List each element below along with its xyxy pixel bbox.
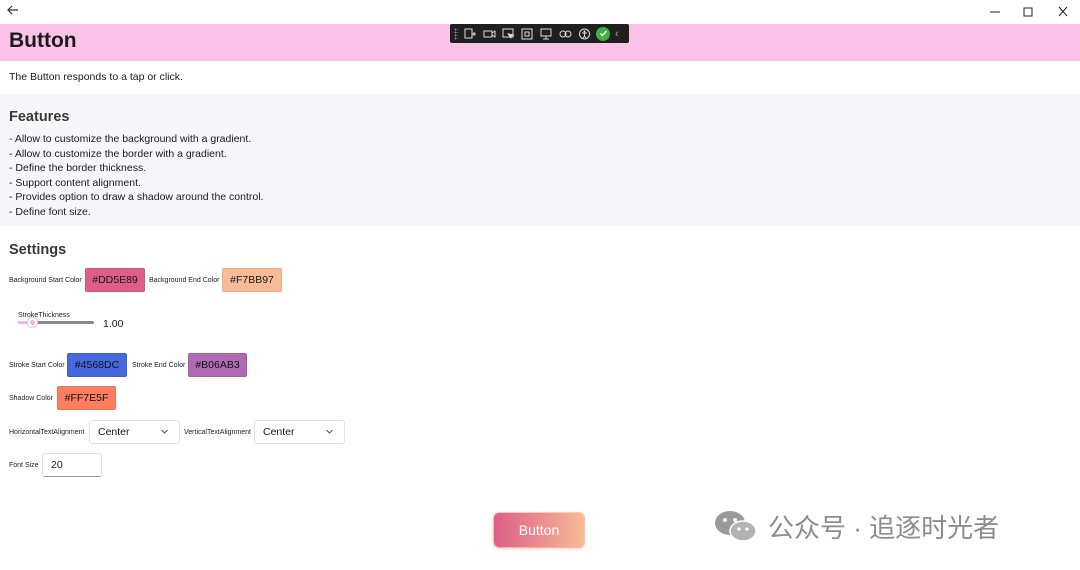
font-size-input[interactable]: 20 [42, 453, 102, 477]
collapse-chevron-icon[interactable]: ‹ [615, 28, 619, 40]
feature-item: - Allow to customize the border with a g… [9, 147, 227, 160]
title-bar [0, 0, 1080, 24]
stroke-end-color-button[interactable]: #B06AB3 [188, 353, 247, 377]
bg-start-label: Background Start Color [9, 277, 82, 284]
stroke-thickness-thumb[interactable] [27, 317, 38, 328]
display-layout-icon[interactable] [519, 26, 535, 41]
feature-item: - Define font size. [9, 205, 91, 218]
track-focus-icon[interactable] [538, 26, 554, 41]
h-align-dropdown[interactable]: Center [89, 420, 180, 444]
chevron-down-icon [325, 427, 334, 439]
back-arrow-icon[interactable] [6, 3, 22, 19]
features-section: Features - Allow to customize the backgr… [0, 94, 1080, 226]
binding-failures-icon[interactable] [557, 26, 573, 41]
wechat-logo-icon [715, 511, 757, 542]
demo-gradient-button[interactable]: Button [494, 513, 584, 547]
grip-icon[interactable] [454, 27, 458, 40]
stroke-start-color-button[interactable]: #4568DC [67, 353, 127, 377]
watermark: 公众号 · 追逐时光者 [712, 508, 999, 544]
features-list: - Allow to customize the background with… [9, 132, 263, 219]
live-visual-tree-icon[interactable] [462, 26, 478, 41]
stroke-start-label: Stroke Start Color [9, 362, 65, 369]
stroke-thickness-value: 1.00 [103, 318, 124, 330]
stroke-thickness-label: StrokeThickness [18, 312, 70, 319]
bg-start-color-button[interactable]: #DD5E89 [85, 268, 145, 292]
settings-title: Settings [9, 242, 67, 258]
shadow-color-label: Shadow Color [9, 395, 53, 402]
features-title: Features [9, 109, 70, 125]
feature-item: - Allow to customize the background with… [9, 133, 252, 145]
chevron-down-icon [160, 427, 169, 439]
v-align-selected: Center [263, 426, 295, 438]
page-title: Button [9, 29, 77, 52]
record-icon[interactable] [481, 26, 497, 41]
bg-end-color-button[interactable]: #F7BB97 [222, 268, 282, 292]
hot-reload-ok-icon[interactable] [596, 26, 610, 41]
accessibility-icon[interactable] [576, 26, 592, 41]
minimize-icon[interactable] [985, 3, 1005, 21]
shadow-color-button[interactable]: #FF7E5F [57, 386, 116, 410]
feature-item: - Define the border thickness. [9, 162, 147, 174]
feature-item: - Support content alignment. [9, 176, 141, 189]
close-icon[interactable] [1053, 3, 1073, 21]
maximize-icon[interactable] [1018, 3, 1038, 21]
stroke-end-label: Stroke End Color [132, 362, 186, 369]
h-align-label: HorizontalTextAlignment [9, 429, 85, 436]
select-element-icon[interactable] [500, 26, 516, 41]
watermark-text: 公众号 · 追逐时光者 [768, 512, 1000, 543]
bg-end-label: Background End Color [149, 277, 220, 284]
v-align-label: VerticalTextAlignment [184, 429, 251, 436]
font-size-label: Font Size [9, 462, 39, 469]
h-align-selected: Center [98, 426, 130, 438]
page-description: The Button responds to a tap or click. [9, 71, 183, 83]
v-align-dropdown[interactable]: Center [254, 420, 345, 444]
xaml-debug-toolbar: ‹ [450, 24, 629, 43]
feature-item: - Provides option to draw a shadow aroun… [9, 191, 264, 203]
